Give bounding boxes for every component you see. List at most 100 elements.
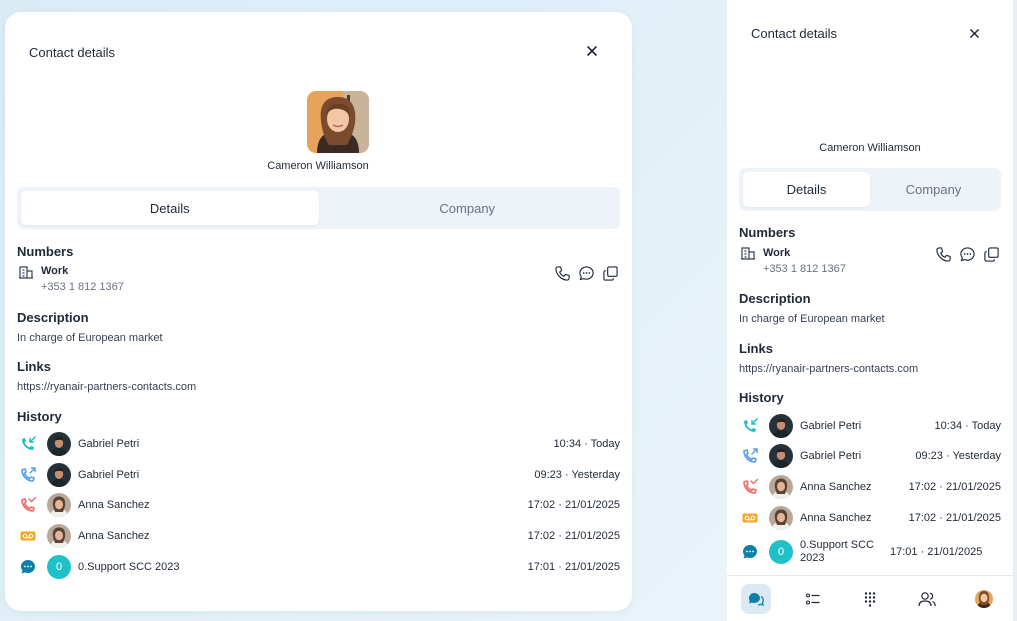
- description-heading: Description: [17, 310, 89, 325]
- panel-title: Contact details: [751, 26, 837, 41]
- message-icon: [959, 246, 975, 261]
- scrollbar[interactable]: [1013, 0, 1017, 621]
- tab-details[interactable]: Details: [21, 191, 319, 225]
- history-row[interactable]: Anna Sanchez 17:02 · 21/01/2025: [17, 492, 620, 518]
- copy-icon: [602, 265, 618, 281]
- history-heading: History: [739, 390, 784, 405]
- contact-name: Cameron Williamson: [819, 142, 921, 154]
- tab-bar: Details Company: [739, 168, 1001, 211]
- numbers-heading: Numbers: [739, 225, 796, 240]
- voicemail-icon: [739, 507, 761, 529]
- chat-icon: [739, 541, 761, 563]
- numbers-heading: Numbers: [17, 244, 74, 259]
- history-contact-name: Gabriel Petri: [800, 449, 862, 462]
- profile-avatar: [975, 589, 994, 608]
- history-heading: History: [17, 409, 62, 424]
- number-label: Work: [41, 265, 69, 277]
- number-label: Work: [763, 247, 791, 259]
- call-button[interactable]: [933, 244, 953, 264]
- list-icon: [805, 592, 820, 605]
- history-row[interactable]: Anna Sanchez 17:02 · 21/01/2025: [739, 505, 1001, 531]
- phone-icon: [935, 246, 951, 262]
- conversations-icon: [748, 592, 764, 606]
- avatar: 0: [47, 555, 71, 579]
- avatar: [47, 432, 71, 456]
- outgoing-call-icon: [17, 464, 39, 486]
- avatar: 0: [769, 540, 793, 564]
- history-row[interactable]: Gabriel Petri 10:34 · Today: [17, 431, 620, 457]
- outgoing-call-icon: [739, 445, 761, 467]
- contact-avatar: [307, 91, 369, 153]
- history-contact-name: Gabriel Petri: [800, 419, 862, 432]
- history-contact-name: Anna Sanchez: [78, 529, 150, 542]
- contact-name: Cameron Williamson: [267, 160, 369, 172]
- history-contact-name: Anna Sanchez: [800, 480, 872, 493]
- history-contact-name: 0.Support SCC 2023: [78, 560, 180, 573]
- voicemail-icon: [17, 525, 39, 547]
- building-icon: [17, 264, 35, 280]
- copy-button[interactable]: [600, 263, 620, 283]
- missed-call-icon: [17, 494, 39, 516]
- history-contact-name: Gabriel Petri: [78, 437, 140, 450]
- message-button[interactable]: [957, 244, 977, 264]
- copy-icon: [983, 246, 999, 262]
- history-contact-name: Anna Sanchez: [78, 498, 150, 511]
- close-button[interactable]: [964, 23, 984, 43]
- contact-link[interactable]: https://ryanair-partners-contacts.com: [17, 381, 196, 393]
- avatar: [769, 444, 793, 468]
- nav-profile[interactable]: [969, 584, 999, 614]
- nav-contacts[interactable]: [912, 584, 942, 614]
- history-time: 17:02 · 21/01/2025: [527, 499, 620, 511]
- nav-list[interactable]: [798, 584, 828, 614]
- panel-title: Contact details: [29, 45, 115, 60]
- number-value: +353 1 812 1367: [41, 281, 124, 293]
- history-time: 10:34 · Today: [934, 420, 1001, 432]
- history-row[interactable]: Gabriel Petri 10:34 · Today: [739, 413, 1001, 439]
- history-row[interactable]: 0 0.Support SCC 2023 17:01 · 21/01/2025: [739, 537, 1001, 567]
- history-contact-name: Gabriel Petri: [78, 468, 140, 481]
- tab-company[interactable]: Company: [319, 191, 617, 225]
- tab-bar: Details Company: [17, 187, 620, 229]
- history-time: 17:02 · 21/01/2025: [908, 512, 1001, 524]
- close-icon: [587, 46, 597, 56]
- nav-conversations[interactable]: [740, 583, 771, 614]
- contact-link[interactable]: https://ryanair-partners-contacts.com: [739, 363, 918, 375]
- message-icon: [578, 265, 594, 280]
- history-row[interactable]: 0 0.Support SCC 2023 17:01 · 21/01/2025: [17, 554, 620, 580]
- tab-details[interactable]: Details: [743, 172, 870, 207]
- avatar: [47, 493, 71, 517]
- bottom-nav: [727, 575, 1013, 621]
- history-time: 09:23 · Yesterday: [915, 450, 1001, 462]
- history-time: 17:01 · 21/01/2025: [890, 546, 983, 558]
- description-text: In charge of European market: [739, 313, 885, 325]
- history-row[interactable]: Anna Sanchez 17:02 · 21/01/2025: [17, 523, 620, 549]
- incoming-call-icon: [739, 415, 761, 437]
- history-row[interactable]: Anna Sanchez 17:02 · 21/01/2025: [739, 474, 1001, 500]
- history-time: 17:02 · 21/01/2025: [527, 530, 620, 542]
- contacts-icon: [918, 591, 936, 606]
- history-row[interactable]: Gabriel Petri 09:23 · Yesterday: [17, 462, 620, 488]
- history-time: 09:23 · Yesterday: [534, 469, 620, 481]
- history-row[interactable]: Gabriel Petri 09:23 · Yesterday: [739, 443, 1001, 469]
- contact-details-panel: Contact details Cameron Williamson Detai…: [5, 12, 632, 611]
- history-time: 17:02 · 21/01/2025: [908, 481, 1001, 493]
- nav-dialpad[interactable]: [855, 584, 885, 614]
- building-icon: [739, 245, 757, 261]
- links-heading: Links: [17, 359, 51, 374]
- call-button[interactable]: [552, 263, 572, 283]
- phone-icon: [554, 265, 570, 281]
- number-value: +353 1 812 1367: [763, 263, 846, 275]
- tab-company[interactable]: Company: [870, 172, 997, 207]
- close-icon: [969, 28, 979, 38]
- message-button[interactable]: [576, 263, 596, 283]
- close-button[interactable]: [582, 41, 602, 61]
- description-heading: Description: [739, 291, 811, 306]
- avatar: [769, 414, 793, 438]
- missed-call-icon: [739, 476, 761, 498]
- copy-button[interactable]: [981, 244, 1001, 264]
- dialpad-icon: [864, 591, 876, 607]
- description-text: In charge of European market: [17, 332, 163, 344]
- mobile-contact-details: Contact details Cameron Williamson Detai…: [727, 0, 1013, 621]
- history-contact-name: 0.Support SCC 2023: [800, 539, 874, 564]
- avatar: [47, 463, 71, 487]
